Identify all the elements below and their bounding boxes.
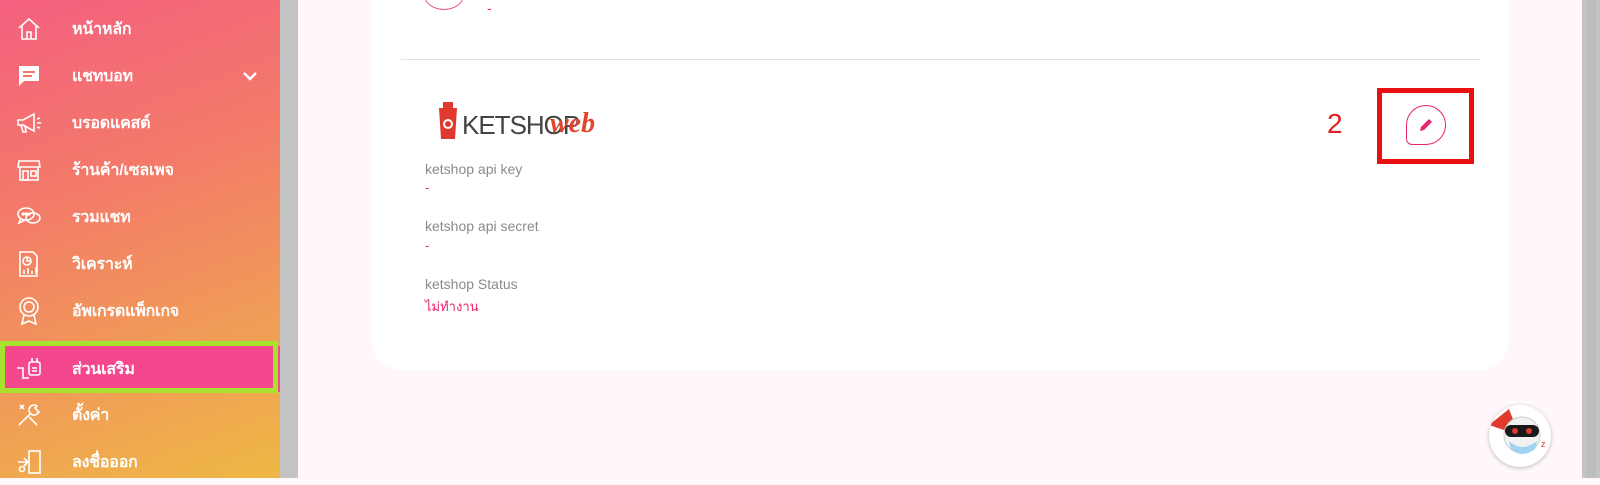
annotation-step-number: 2 (1327, 108, 1343, 139)
ketshop-cup-icon (439, 102, 457, 139)
megaphone-icon (14, 108, 44, 138)
home-icon (14, 14, 44, 44)
api-key-value: - (425, 180, 430, 195)
chat-icon (14, 61, 44, 91)
sidebar-item-logout[interactable]: ลงชื่อออก (0, 439, 280, 485)
sidebar-item-all-chats[interactable]: รวมแชท (0, 194, 280, 240)
ketshop-logo: KETSHOP web (438, 102, 598, 142)
sidebar-item-label: บรอดแคสต์ (72, 114, 151, 132)
annotation-highlight (0, 341, 278, 393)
divider (401, 59, 1481, 60)
sidebar-item-chatbot[interactable]: แชทบอท (0, 53, 280, 99)
award-icon (14, 296, 44, 326)
sidebar-item-label: ลงชื่อออก (72, 453, 138, 471)
scrollbar-left (280, 0, 298, 478)
status-value: ไม่ทำงาน (425, 299, 479, 314)
logo-text-accent: web (550, 108, 596, 139)
scrollbar-right[interactable] (1582, 0, 1600, 478)
chats-icon (14, 202, 44, 232)
analytics-icon (14, 249, 44, 279)
sidebar: หน้าหลัก แชทบอท บรอดแคสต์ ร้านค้า/เซลเพจ… (0, 0, 280, 478)
status-label: ketshop Status (425, 276, 518, 292)
sidebar-item-label: รวมแชท (72, 208, 131, 226)
sidebar-item-label: แชทบอท (72, 67, 133, 85)
chevron-down-icon[interactable] (240, 66, 260, 86)
sidebar-item-upgrade[interactable]: อัพเกรดแพ็กเกจ (0, 288, 280, 334)
sidebar-item-label: หน้าหลัก (72, 20, 132, 38)
integration-card (372, 0, 1508, 370)
chatbot-avatar[interactable]: z (1489, 405, 1551, 467)
sidebar-item-label: อัพเกรดแพ็กเกจ (72, 302, 179, 320)
previous-field-value: - (487, 0, 492, 16)
svg-text:z: z (1541, 439, 1546, 449)
api-key-label: ketshop api key (425, 161, 523, 177)
edit-button[interactable] (1406, 105, 1446, 145)
pencil-icon (1420, 119, 1432, 131)
sidebar-item-settings[interactable]: ตั้งค่า (0, 392, 280, 438)
sidebar-item-analytics[interactable]: วิเคราะห์ (0, 241, 280, 287)
tools-icon (14, 400, 44, 430)
sidebar-item-broadcast[interactable]: บรอดแคสต์ (0, 100, 280, 146)
sidebar-item-label: ร้านค้า/เซลเพจ (72, 161, 174, 179)
store-icon (14, 155, 44, 185)
api-secret-value: - (425, 238, 430, 253)
api-secret-label: ketshop api secret (425, 218, 539, 234)
logout-icon (14, 447, 44, 477)
sidebar-item-store[interactable]: ร้านค้า/เซลเพจ (0, 147, 280, 193)
sidebar-item-label: วิเคราะห์ (72, 255, 133, 273)
sidebar-item-home[interactable]: หน้าหลัก (0, 6, 280, 52)
sidebar-item-label: ตั้งค่า (72, 406, 110, 424)
robot-icon: z (1489, 409, 1546, 454)
